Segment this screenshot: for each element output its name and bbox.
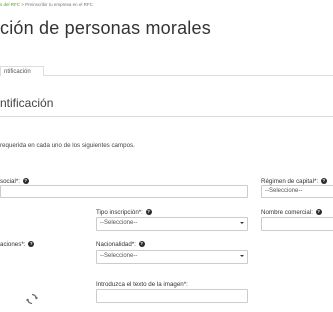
question-circle-icon[interactable]: ? [145, 209, 152, 215]
section-title: ntificación [0, 96, 54, 110]
question-circle-icon[interactable]: ? [320, 178, 327, 184]
regimen-capital-label-text: Régimen de capital*: [261, 178, 319, 185]
tipo-inscripcion-select[interactable]: --Seleccione-- [96, 217, 248, 231]
nacionalidad-selected: --Seleccione-- [100, 253, 138, 259]
captcha-label: Introduzca el texto de la imagen*: [96, 281, 188, 288]
question-circle-icon[interactable]: ? [22, 178, 29, 184]
regimen-capital-selected: --Seleccione-- [265, 188, 303, 194]
nombre-comercial-label: Nombre comercial: ? [261, 209, 322, 216]
razon-social-label-text: social*: [0, 178, 20, 185]
nacionalidad-select[interactable]: --Seleccione-- [96, 250, 248, 264]
breadcrumb-link[interactable]: s del RFC [0, 2, 20, 7]
instructions-text: requerida en cada uno de los siguientes … [0, 142, 135, 149]
breadcrumb-current: Preinscribir tu empresa en el RFC [25, 2, 93, 7]
nombre-comercial-input[interactable] [261, 217, 333, 231]
nombre-comercial-label-text: Nombre comercial: [261, 209, 313, 216]
question-circle-icon[interactable]: ? [138, 241, 145, 247]
tipo-inscripcion-selected: --Seleccione-- [100, 220, 138, 226]
refresh-icon[interactable] [25, 292, 39, 305]
chevron-down-icon [240, 255, 244, 257]
breadcrumb: s del RFC > Preinscribir tu empresa en e… [0, 2, 93, 7]
aplicaciones-label-text: aciones*: [0, 241, 26, 248]
chevron-down-icon [240, 222, 244, 224]
tab-identificacion[interactable]: ntificación [0, 66, 44, 76]
razon-social-input[interactable] [0, 185, 248, 198]
nacionalidad-label-text: Nacionalidad*: [96, 241, 136, 248]
question-circle-icon[interactable]: ? [28, 241, 35, 247]
regimen-capital-select[interactable]: --Seleccione-- [261, 185, 333, 198]
aplicaciones-label: aciones*: ? [0, 241, 35, 248]
tipo-inscripcion-label-text: Tipo inscripción*: [96, 209, 143, 216]
tab-divider [44, 75, 333, 76]
section-divider [0, 116, 333, 117]
page-title: ción de personas morales [0, 18, 211, 38]
tipo-inscripcion-label: Tipo inscripción*: ? [96, 209, 152, 216]
regimen-capital-label: Régimen de capital*: ? [261, 178, 327, 185]
captcha-input[interactable] [96, 289, 248, 303]
question-circle-icon[interactable]: ? [315, 209, 322, 215]
nacionalidad-label: Nacionalidad*: ? [96, 241, 145, 248]
razon-social-label: social*: ? [0, 178, 29, 185]
